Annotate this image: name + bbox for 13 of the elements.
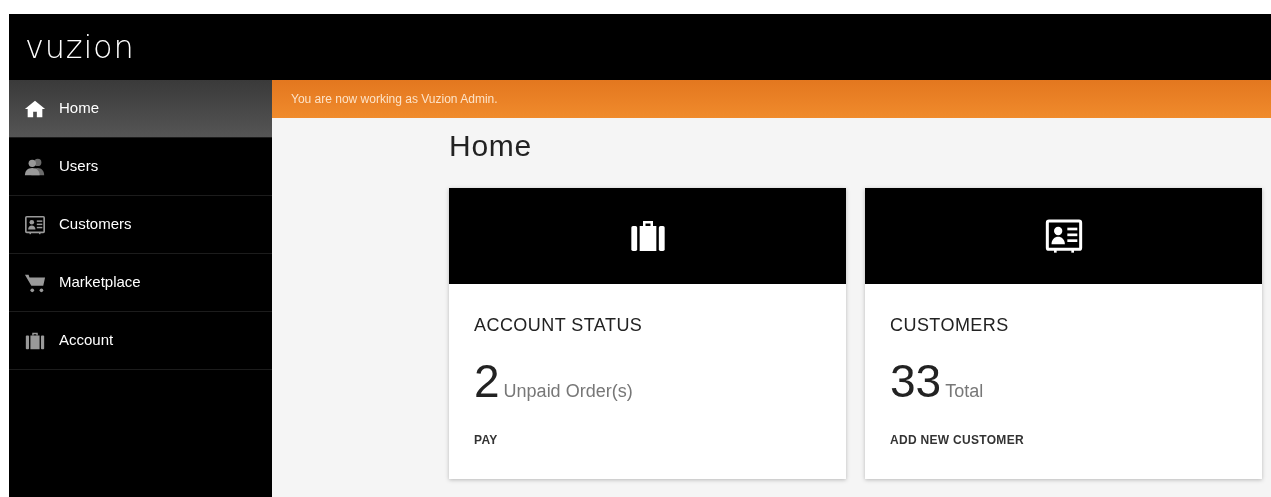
page-title: Home xyxy=(449,128,534,164)
card-title: ACCOUNT STATUS xyxy=(474,314,644,337)
sidebar-item[interactable]: Home xyxy=(9,80,272,138)
logo: vuzion xyxy=(25,27,135,68)
count-label: Unpaid Order(s) xyxy=(503,380,633,403)
card-action-link[interactable]: PAY xyxy=(474,431,498,449)
notice-banner: You are now working as Vuzion Admin. xyxy=(272,80,1271,118)
count: 2 xyxy=(474,354,500,409)
card-title: CUSTOMERS xyxy=(890,314,1010,337)
count-label: Total xyxy=(945,380,984,403)
count: 33 xyxy=(890,354,942,409)
card-action-link[interactable]: ADD NEW CUSTOMER xyxy=(890,431,1024,449)
id-card-icon xyxy=(24,213,46,236)
